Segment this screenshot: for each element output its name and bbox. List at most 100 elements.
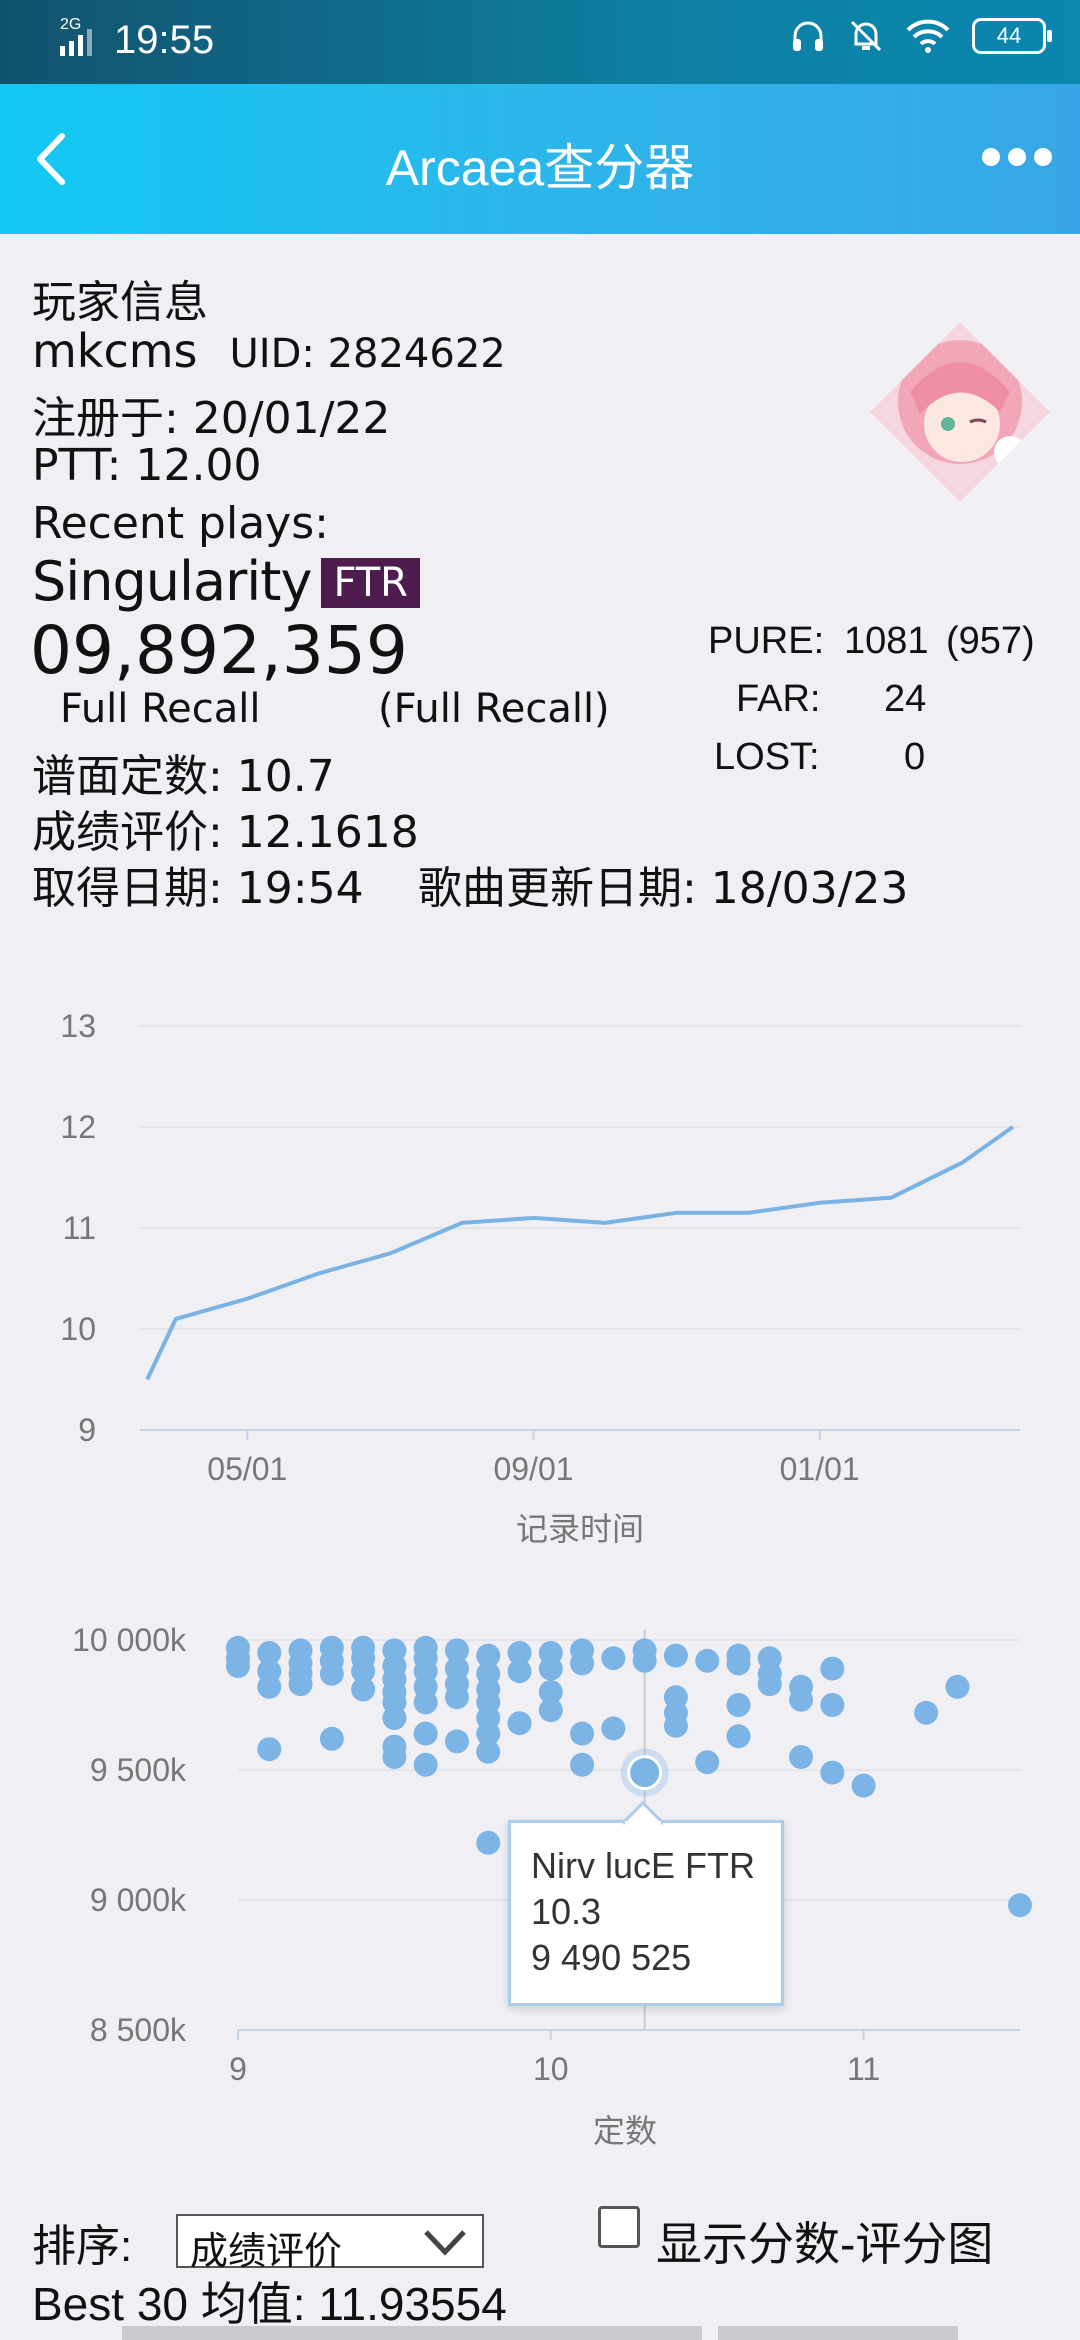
scatter-point[interactable] bbox=[601, 1646, 626, 1671]
scatter-point[interactable] bbox=[820, 1760, 845, 1785]
scatter-point[interactable] bbox=[820, 1656, 845, 1681]
scatter-point[interactable] bbox=[632, 1648, 657, 1673]
song-update-date: 歌曲更新日期: 18/03/23 bbox=[418, 863, 909, 914]
x-tick-label: 09/01 bbox=[493, 1451, 573, 1487]
page-title: Arcaea查分器 bbox=[385, 140, 695, 196]
scatter-point[interactable] bbox=[538, 1698, 563, 1723]
player-name: mkcms bbox=[32, 324, 198, 378]
show-score-chart-checkbox[interactable] bbox=[598, 2206, 640, 2248]
scatter-point[interactable] bbox=[914, 1700, 939, 1725]
ptt-value: PTT: 12.00 bbox=[32, 440, 262, 491]
recent-score: 09,892,359 bbox=[30, 612, 408, 689]
tooltip-constant: 10.3 bbox=[531, 1891, 602, 1932]
scatter-point[interactable] bbox=[476, 1830, 501, 1855]
scatter-point[interactable] bbox=[570, 1752, 595, 1777]
y-tick-label: 9 bbox=[78, 1412, 96, 1448]
scatter-point[interactable] bbox=[226, 1654, 250, 1678]
play-date: 取得日期: 19:54 bbox=[32, 863, 364, 914]
battery-icon: 44 bbox=[972, 18, 1052, 54]
scatter-point[interactable] bbox=[257, 1737, 282, 1762]
lost-label: LOST: bbox=[714, 736, 820, 778]
more-options-button[interactable] bbox=[982, 142, 1052, 172]
scatter-point[interactable] bbox=[413, 1690, 438, 1715]
y-tick-label: 13 bbox=[60, 1008, 96, 1044]
y-tick-label: 10 bbox=[60, 1311, 96, 1347]
player-uid: UID: 2824622 bbox=[229, 331, 506, 377]
pure-shiny-value: (957) bbox=[946, 620, 1035, 662]
ptt-series-line bbox=[145, 1125, 1014, 1381]
sort-label: 排序: bbox=[32, 2222, 133, 2271]
scatter-point[interactable] bbox=[789, 1745, 814, 1769]
scatter-point[interactable] bbox=[663, 1713, 688, 1738]
section-title: 玩家信息 bbox=[32, 277, 208, 328]
scatter-point[interactable] bbox=[757, 1672, 782, 1697]
wifi-icon bbox=[906, 19, 950, 53]
scatter-point[interactable] bbox=[820, 1693, 845, 1717]
signal-icon: 2G bbox=[58, 16, 104, 60]
pure-label: PURE: bbox=[708, 620, 825, 662]
progress-bar-fill bbox=[122, 2326, 702, 2340]
tooltip-arrow bbox=[623, 1801, 663, 1825]
ptt-history-chart[interactable]: 13 12 11 10 9 05/01 09/01 01/01 记录时间 bbox=[0, 990, 1080, 1560]
scatter-point[interactable] bbox=[726, 1651, 751, 1676]
more-dot-icon bbox=[1034, 148, 1052, 166]
scatter-point[interactable] bbox=[319, 1661, 344, 1686]
far-label: FAR: bbox=[736, 678, 821, 720]
best-clear-type: (Full Recall) bbox=[378, 686, 610, 732]
song-title: Singularity bbox=[32, 550, 312, 613]
scatter-point[interactable] bbox=[663, 1643, 688, 1668]
scatter-point[interactable] bbox=[695, 1648, 720, 1673]
scatter-point[interactable] bbox=[851, 1773, 876, 1798]
register-date: 注册于: 20/01/22 bbox=[32, 393, 391, 444]
chevron-down-icon bbox=[424, 2230, 466, 2256]
tooltip-song: Nirv lucE FTR bbox=[531, 1845, 755, 1886]
status-time: 19:55 bbox=[114, 18, 215, 62]
app-header: Arcaea查分器 bbox=[0, 84, 1080, 234]
scatter-point[interactable] bbox=[726, 1724, 751, 1749]
scatter-point[interactable] bbox=[382, 1706, 407, 1730]
score-x-axis-label: 定数 bbox=[593, 2113, 657, 2149]
scatter-point[interactable] bbox=[570, 1721, 595, 1746]
y-tick-label: 9 000k bbox=[90, 1882, 187, 1918]
scatter-point[interactable] bbox=[538, 1656, 563, 1681]
x-tick-label: 01/01 bbox=[780, 1451, 860, 1487]
x-tick-label: 9 bbox=[229, 2051, 247, 2087]
mute-icon bbox=[850, 20, 882, 52]
scatter-point[interactable] bbox=[351, 1677, 376, 1702]
scatter-point[interactable] bbox=[257, 1674, 282, 1699]
scatter-point[interactable] bbox=[507, 1711, 532, 1736]
avatar bbox=[870, 322, 1050, 502]
recent-label: Recent plays: bbox=[32, 498, 329, 549]
headphones-icon bbox=[793, 21, 823, 51]
scatter-point[interactable] bbox=[570, 1651, 595, 1676]
lost-value: 0 bbox=[904, 736, 926, 778]
scatter-point[interactable] bbox=[627, 1755, 663, 1791]
scatter-point[interactable] bbox=[288, 1672, 313, 1697]
scatter-point[interactable] bbox=[695, 1750, 720, 1775]
scatter-point[interactable] bbox=[413, 1752, 438, 1777]
scatter-point[interactable] bbox=[382, 1745, 407, 1769]
y-tick-label: 9 500k bbox=[90, 1752, 187, 1788]
chart-constant: 谱面定数: 10.7 bbox=[32, 751, 335, 802]
scatter-point[interactable] bbox=[945, 1674, 970, 1699]
sort-selected-value: 成绩评价 bbox=[190, 2231, 343, 2273]
scatter-point[interactable] bbox=[444, 1729, 469, 1754]
scatter-point[interactable] bbox=[601, 1716, 626, 1741]
scatter-point[interactable] bbox=[1008, 1893, 1032, 1918]
scatter-point[interactable] bbox=[444, 1685, 469, 1710]
scatter-point[interactable] bbox=[476, 1739, 501, 1764]
more-dot-icon bbox=[1008, 148, 1026, 166]
y-tick-label: 8 500k bbox=[90, 2012, 187, 2048]
progress-bar-fill bbox=[718, 2326, 958, 2340]
show-score-chart-label[interactable]: 显示分数-评分图 bbox=[656, 2208, 993, 2274]
scatter-point[interactable] bbox=[789, 1687, 814, 1712]
scatter-point[interactable] bbox=[507, 1659, 532, 1684]
scatter-point[interactable] bbox=[319, 1726, 344, 1751]
scatter-point[interactable] bbox=[413, 1721, 438, 1746]
y-tick-label: 12 bbox=[60, 1109, 96, 1145]
chart-tooltip: Nirv lucE FTR 10.3 9 490 525 bbox=[508, 1801, 784, 2006]
pure-value: 1081 bbox=[844, 620, 929, 662]
sort-select[interactable]: 成绩评价 bbox=[176, 2214, 484, 2273]
scatter-point[interactable] bbox=[726, 1693, 751, 1717]
recent-average-row bbox=[32, 2320, 1032, 2340]
